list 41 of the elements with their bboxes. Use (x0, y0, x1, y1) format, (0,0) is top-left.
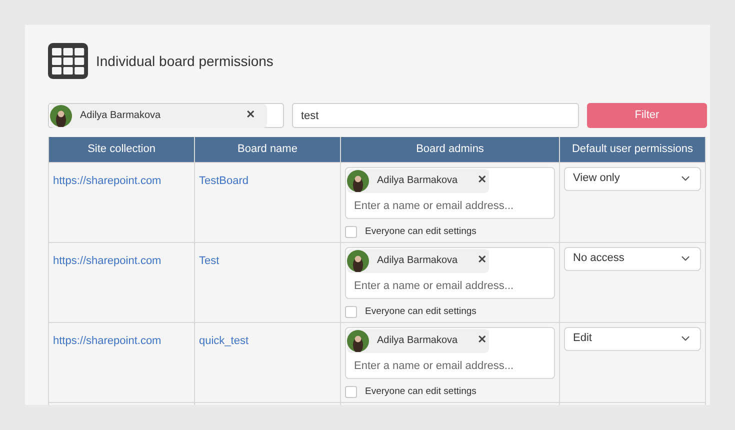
column-header: Board name (194, 137, 340, 162)
grid-icon (48, 43, 88, 79)
checkbox-label: Everyone can edit settings (365, 384, 476, 398)
remove-button[interactable]: ✕ (466, 175, 487, 186)
remove-button[interactable]: ✕ (234, 110, 255, 121)
checkbox[interactable] (345, 226, 357, 238)
person-name: Adilya Barmakova (377, 174, 458, 188)
avatar-icon (347, 330, 369, 352)
person-name: Adilya Barmakova (377, 334, 458, 348)
site-link[interactable]: https://sharepoint.com (53, 174, 162, 186)
avatar-icon (50, 104, 72, 126)
checkbox[interactable] (345, 386, 357, 398)
site-link[interactable]: https://sharepoint.com (53, 334, 162, 346)
column-header: Default user permissions (560, 137, 706, 162)
board-link[interactable]: Test (199, 254, 220, 266)
name-input[interactable]: Enter a name or email address... (347, 354, 553, 376)
name-input[interactable]: Enter a name or email address... (347, 274, 553, 296)
permission-dropdown[interactable]: Edit (564, 326, 701, 350)
name-input[interactable]: Enter a name or email address... (347, 194, 553, 216)
avatar-icon (347, 250, 369, 272)
remove-button[interactable]: ✕ (466, 255, 487, 266)
permission-dropdown[interactable]: No access (564, 246, 701, 270)
search-field[interactable]: test (292, 103, 579, 128)
admins-picker[interactable]: Adilya Barmakova ✕ Enter a name or email address... (345, 326, 555, 378)
column-header: Site collection (48, 137, 194, 162)
board-link[interactable]: quick_test (199, 334, 249, 346)
page-title: Individual board permissions (96, 52, 274, 71)
admins-picker[interactable]: Adilya Barmakova ✕ Enter a name or email address... (345, 246, 555, 298)
checkbox-label: Everyone can edit settings (365, 224, 476, 238)
admins-picker[interactable]: Adilya Barmakova ✕ Enter a name or email address... (345, 166, 555, 218)
person-name: Adilya Barmakova (80, 109, 161, 123)
avatar-icon (347, 170, 369, 192)
board-link[interactable]: TestBoard (199, 174, 249, 186)
permission-dropdown[interactable]: View only (564, 166, 701, 190)
column-header: Board admins (340, 137, 560, 162)
site-link[interactable]: https://sharepoint.com (53, 254, 162, 266)
person-picker[interactable]: Adilya Barmakova ✕ (48, 103, 284, 128)
checkbox-label: Everyone can edit settings (365, 304, 476, 318)
remove-button[interactable]: ✕ (466, 335, 487, 346)
person-name: Adilya Barmakova (377, 254, 458, 268)
checkbox[interactable] (345, 306, 357, 318)
